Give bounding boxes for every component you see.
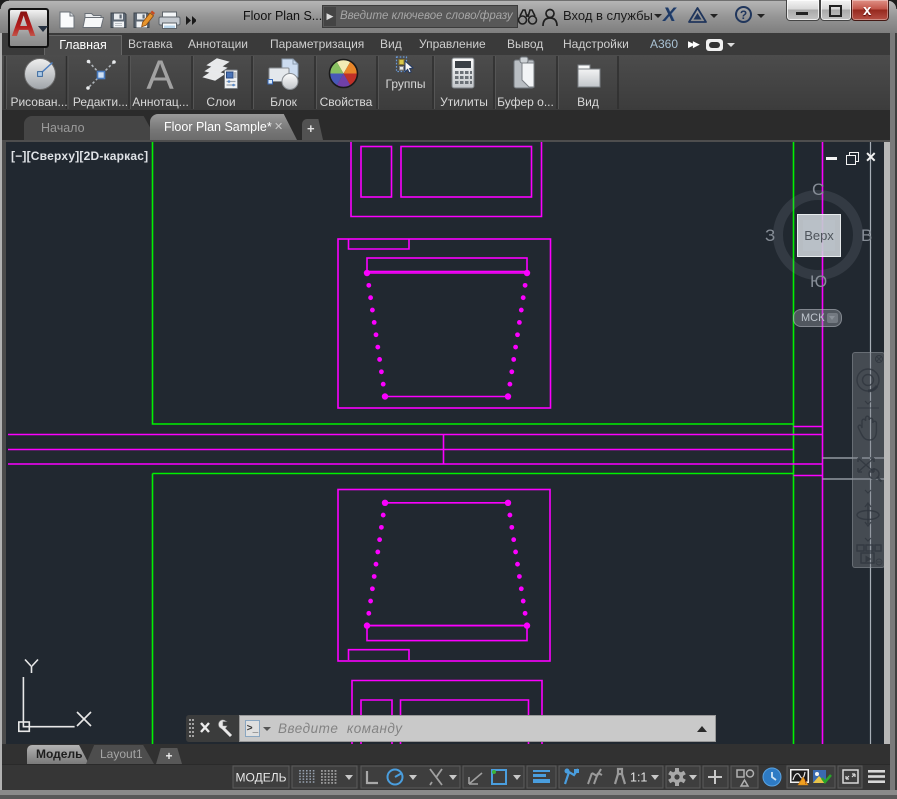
svg-text:МОДЕЛЬ: МОДЕЛЬ (236, 771, 287, 785)
svg-text:A: A (146, 55, 174, 98)
svg-text:1:1: 1:1 (630, 771, 647, 785)
svg-text:!: ! (805, 780, 807, 786)
